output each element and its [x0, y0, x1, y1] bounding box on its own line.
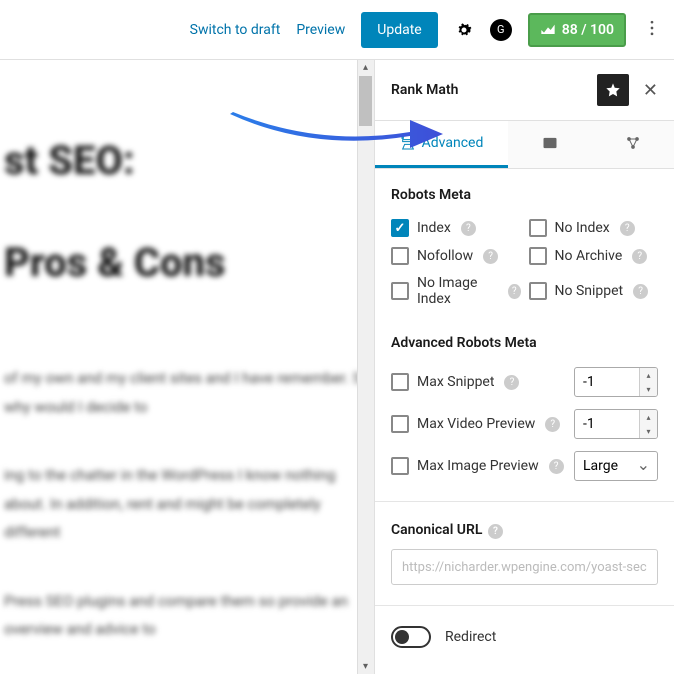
checkbox-icon — [391, 282, 409, 300]
post-paragraph: of my own and my client sites and I have… — [4, 364, 374, 421]
help-icon[interactable]: ? — [483, 249, 498, 264]
post-paragraph: Press SEO plugins and compare them so pr… — [4, 587, 374, 644]
star-button[interactable] — [597, 74, 629, 106]
scroll-up-arrow[interactable]: ▴ — [359, 61, 372, 74]
robots-index[interactable]: Index ? — [391, 219, 521, 237]
canonical-label: Canonical URL ? — [391, 522, 658, 539]
sidebar-title: Rank Math — [391, 82, 458, 98]
main-content: st SEO: Pros & Cons of my own and my cli… — [0, 60, 674, 674]
switch-draft-link[interactable]: Switch to draft — [190, 22, 281, 38]
update-button[interactable]: Update — [361, 12, 437, 48]
section-divider — [375, 501, 674, 502]
help-icon[interactable]: ? — [545, 417, 560, 432]
max-video-check[interactable]: Max Video Preview ? — [391, 415, 560, 433]
post-title-line1: st SEO: — [4, 140, 374, 182]
scrollbar-thumb[interactable] — [359, 76, 372, 126]
sidebar-tabs: Advanced — [375, 121, 674, 169]
toggle-knob — [395, 630, 409, 644]
robots-nofollow[interactable]: Nofollow ? — [391, 247, 521, 265]
max-video-row: Max Video Preview ? ▴▾ — [391, 409, 658, 439]
max-snippet-check[interactable]: Max Snippet ? — [391, 373, 519, 391]
checkbox-icon — [391, 247, 409, 265]
help-icon[interactable]: ? — [461, 221, 476, 236]
sidebar-header: Rank Math ✕ — [375, 60, 674, 121]
tab-social[interactable] — [591, 121, 674, 168]
max-image-select[interactable]: Large — [574, 451, 658, 481]
seo-score-button[interactable]: 88 / 100 — [528, 13, 626, 47]
max-snippet-row: Max Snippet ? ▴▾ — [391, 367, 658, 397]
help-icon[interactable]: ? — [504, 375, 519, 390]
more-options-icon[interactable] — [642, 18, 662, 42]
post-title-line2: Pros & Cons — [4, 242, 374, 284]
scroll-down-arrow[interactable]: ▾ — [359, 660, 372, 673]
adv-robots-title: Advanced Robots Meta — [391, 335, 658, 351]
settings-icon[interactable] — [454, 20, 474, 40]
robots-noimage[interactable]: No Image Index ? — [391, 275, 521, 307]
help-icon[interactable]: ? — [508, 284, 520, 299]
section-divider — [375, 605, 674, 606]
tab-advanced[interactable]: Advanced — [375, 121, 508, 168]
number-spinner[interactable]: ▴▾ — [639, 410, 657, 438]
robots-meta-title: Robots Meta — [391, 187, 658, 203]
help-icon[interactable]: ? — [620, 221, 635, 236]
help-icon[interactable]: ? — [549, 459, 564, 474]
editor-canvas[interactable]: st SEO: Pros & Cons of my own and my cli… — [0, 60, 374, 674]
max-image-row: Max Image Preview ? Large — [391, 451, 658, 481]
number-spinner[interactable]: ▴▾ — [639, 368, 657, 396]
redirect-toggle[interactable] — [391, 626, 431, 648]
redirect-row: Redirect — [391, 626, 658, 648]
rankmath-sidebar: Rank Math ✕ Advanced Robots Meta — [374, 60, 674, 674]
robots-nosnippet[interactable]: No Snippet ? — [529, 275, 659, 307]
preview-link[interactable]: Preview — [296, 22, 345, 38]
editor-scrollbar[interactable]: ▴ ▾ — [357, 60, 374, 674]
checkbox-icon — [391, 373, 409, 391]
robots-grid: Index ? No Index ? Nofollow ? No Archive… — [391, 219, 658, 307]
canonical-url-input[interactable] — [391, 549, 658, 585]
close-icon[interactable]: ✕ — [643, 80, 658, 101]
seo-score-value: 88 / 100 — [562, 22, 614, 38]
checkbox-checked-icon — [391, 219, 409, 237]
tab-schema[interactable] — [508, 121, 591, 168]
help-icon[interactable]: ? — [633, 284, 648, 299]
checkbox-icon — [529, 282, 547, 300]
tab-advanced-label: Advanced — [422, 135, 484, 151]
checkbox-icon — [529, 219, 547, 237]
editor-topbar: Switch to draft Preview Update G 88 / 10… — [0, 0, 674, 60]
max-image-check[interactable]: Max Image Preview ? — [391, 457, 564, 475]
checkbox-icon — [391, 457, 409, 475]
avatar-icon[interactable]: G — [490, 19, 512, 41]
redirect-label: Redirect — [445, 629, 496, 645]
help-icon[interactable]: ? — [632, 249, 647, 264]
help-icon[interactable]: ? — [488, 524, 503, 539]
robots-noindex[interactable]: No Index ? — [529, 219, 659, 237]
checkbox-icon — [391, 415, 409, 433]
post-paragraph: ing to the chatter in the WordPress I kn… — [4, 461, 374, 547]
robots-noarchive[interactable]: No Archive ? — [529, 247, 659, 265]
checkbox-icon — [529, 247, 547, 265]
panel-body: Robots Meta Index ? No Index ? Nofollow … — [375, 169, 674, 674]
